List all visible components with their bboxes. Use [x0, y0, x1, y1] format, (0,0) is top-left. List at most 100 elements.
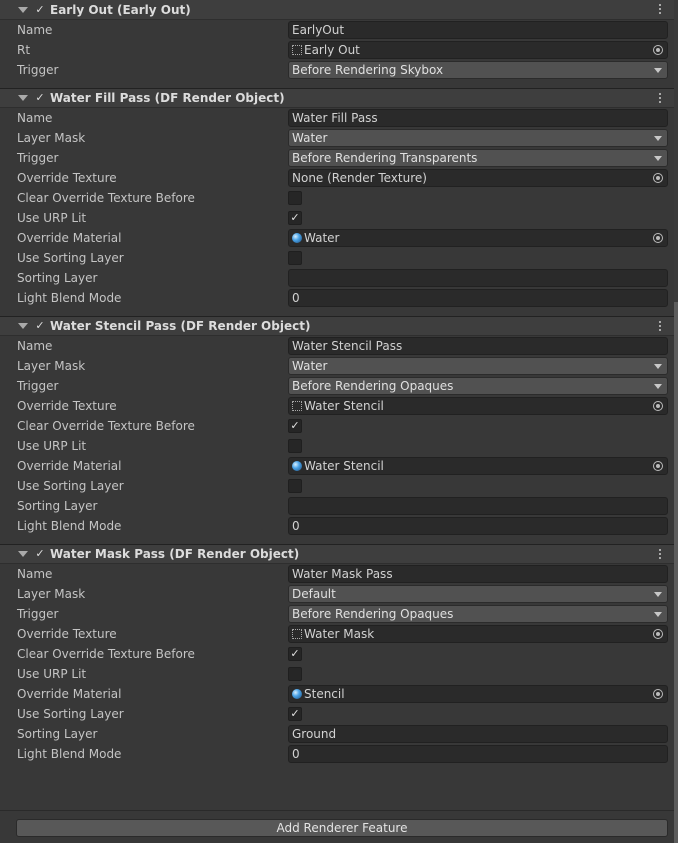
property-row-override-material: Override Material Stencil	[0, 684, 674, 704]
feature-properties: Name Water Fill Pass Layer Mask Water Trigge…	[0, 108, 674, 316]
dropdown-value: Water	[292, 359, 328, 373]
property-label: Name	[17, 339, 53, 353]
property-label: Override Material	[17, 687, 122, 701]
feature-enabled-checkbox[interactable]: ✓	[34, 92, 46, 104]
property-row-layer-mask: Layer Mask Water	[0, 128, 674, 148]
use-urp-lit-checkbox[interactable]	[288, 439, 302, 453]
foldout-arrow-icon[interactable]	[18, 551, 28, 557]
object-picker-icon[interactable]	[653, 45, 663, 55]
name-input[interactable]: Water Fill Pass	[288, 109, 668, 127]
kebab-menu-icon[interactable]	[658, 3, 662, 15]
dropdown-arrow-icon	[654, 384, 662, 389]
dropdown-arrow-icon	[654, 364, 662, 369]
override-texture-object-field[interactable]: Water Stencil	[288, 397, 668, 415]
sorting-layer-input[interactable]	[288, 497, 668, 515]
object-value: Water Stencil	[304, 459, 384, 473]
use-sorting-layer-checkbox[interactable]: ✓	[288, 707, 302, 721]
property-label: Light Blend Mode	[17, 291, 122, 305]
footer-divider	[0, 810, 674, 811]
dropdown-value: Before Rendering Opaques	[292, 379, 454, 393]
trigger-dropdown[interactable]: Before Rendering Opaques	[288, 377, 668, 395]
override-texture-object-field[interactable]: Water Mask	[288, 625, 668, 643]
property-label: Layer Mask	[17, 131, 86, 145]
property-row-use-sorting-layer: Use Sorting Layer	[0, 248, 674, 268]
renderer-features-inspector: ✓ Early Out (Early Out) Name EarlyOut Rt Earl…	[0, 0, 674, 772]
feature-section-water-mask-pass-df-render-object: ✓ Water Mask Pass (DF Render Object) Name W…	[0, 544, 674, 772]
property-row-use-urp-lit: Use URP Lit ✓	[0, 208, 674, 228]
property-label: Use URP Lit	[17, 439, 87, 453]
property-row-trigger: Trigger Before Rendering Transparents	[0, 148, 674, 168]
dropdown-arrow-icon	[654, 612, 662, 617]
object-picker-icon[interactable]	[653, 401, 663, 411]
override-material-object-field[interactable]: Stencil	[288, 685, 668, 703]
property-label: Use Sorting Layer	[17, 479, 124, 493]
dropdown-value: Before Rendering Transparents	[292, 151, 478, 165]
feature-enabled-checkbox[interactable]: ✓	[34, 548, 46, 560]
kebab-menu-icon[interactable]	[658, 548, 662, 560]
trigger-dropdown[interactable]: Before Rendering Transparents	[288, 149, 668, 167]
override-texture-object-field[interactable]: None (Render Texture)	[288, 169, 668, 187]
light-blend-mode-input[interactable]: 0	[288, 289, 668, 307]
kebab-menu-icon[interactable]	[658, 92, 662, 104]
use-sorting-layer-checkbox[interactable]	[288, 479, 302, 493]
property-label: Trigger	[17, 63, 59, 77]
feature-enabled-checkbox[interactable]: ✓	[34, 3, 46, 16]
rt-object-field[interactable]: Early Out	[288, 41, 668, 59]
feature-header[interactable]: ✓ Water Stencil Pass (DF Render Object)	[0, 316, 674, 336]
feature-enabled-checkbox[interactable]: ✓	[34, 320, 46, 332]
scrollbar-thumb[interactable]	[674, 302, 678, 843]
layer-mask-dropdown[interactable]: Water	[288, 129, 668, 147]
property-label: Light Blend Mode	[17, 519, 122, 533]
sorting-layer-input[interactable]: Ground	[288, 725, 668, 743]
feature-header[interactable]: ✓ Water Mask Pass (DF Render Object)	[0, 544, 674, 564]
foldout-arrow-icon[interactable]	[18, 95, 28, 101]
property-label: Name	[17, 111, 53, 125]
use-sorting-layer-checkbox[interactable]	[288, 251, 302, 265]
feature-section-water-fill-pass-df-render-object: ✓ Water Fill Pass (DF Render Object) Name W…	[0, 88, 674, 316]
light-blend-mode-input[interactable]: 0	[288, 745, 668, 763]
property-row-light-blend-mode: Light Blend Mode 0	[0, 288, 674, 308]
feature-header[interactable]: ✓ Water Fill Pass (DF Render Object)	[0, 88, 674, 108]
object-picker-icon[interactable]	[653, 233, 663, 243]
override-material-object-field[interactable]: Water Stencil	[288, 457, 668, 475]
property-row-clear-override-texture-before: Clear Override Texture Before	[0, 188, 674, 208]
object-picker-icon[interactable]	[653, 461, 663, 471]
property-row-name: Name Water Fill Pass	[0, 108, 674, 128]
sorting-layer-input[interactable]	[288, 269, 668, 287]
object-picker-icon[interactable]	[653, 173, 663, 183]
property-label: Light Blend Mode	[17, 747, 122, 761]
feature-title: Early Out (Early Out)	[50, 2, 191, 17]
name-input[interactable]: Water Stencil Pass	[288, 337, 668, 355]
object-picker-icon[interactable]	[653, 629, 663, 639]
foldout-arrow-icon[interactable]	[18, 323, 28, 329]
property-label: Trigger	[17, 379, 59, 393]
material-icon	[292, 233, 302, 243]
layer-mask-dropdown[interactable]: Water	[288, 357, 668, 375]
clear-override-texture-before-checkbox[interactable]: ✓	[288, 419, 302, 433]
object-value: Water Stencil	[304, 399, 384, 413]
property-row-rt: Rt Early Out	[0, 40, 674, 60]
use-urp-lit-checkbox[interactable]	[288, 667, 302, 681]
light-blend-mode-input[interactable]: 0	[288, 517, 668, 535]
kebab-menu-icon[interactable]	[658, 320, 662, 332]
name-input[interactable]: Water Mask Pass	[288, 565, 668, 583]
object-picker-icon[interactable]	[653, 689, 663, 699]
feature-title: Water Fill Pass (DF Render Object)	[50, 91, 285, 105]
property-label: Use URP Lit	[17, 211, 87, 225]
dropdown-value: Before Rendering Skybox	[292, 63, 444, 77]
feature-header[interactable]: ✓ Early Out (Early Out)	[0, 0, 674, 20]
clear-override-texture-before-checkbox[interactable]	[288, 191, 302, 205]
dropdown-value: Water	[292, 131, 328, 145]
property-label: Clear Override Texture Before	[17, 419, 195, 433]
clear-override-texture-before-checkbox[interactable]: ✓	[288, 647, 302, 661]
property-label: Sorting Layer	[17, 271, 98, 285]
property-row-sorting-layer: Sorting Layer Ground	[0, 724, 674, 744]
trigger-dropdown[interactable]: Before Rendering Skybox	[288, 61, 668, 79]
layer-mask-dropdown[interactable]: Default	[288, 585, 668, 603]
override-material-object-field[interactable]: Water	[288, 229, 668, 247]
add-renderer-feature-button[interactable]: Add Renderer Feature	[16, 819, 668, 837]
name-input[interactable]: EarlyOut	[288, 21, 668, 39]
trigger-dropdown[interactable]: Before Rendering Opaques	[288, 605, 668, 623]
use-urp-lit-checkbox[interactable]: ✓	[288, 211, 302, 225]
foldout-arrow-icon[interactable]	[18, 6, 28, 13]
